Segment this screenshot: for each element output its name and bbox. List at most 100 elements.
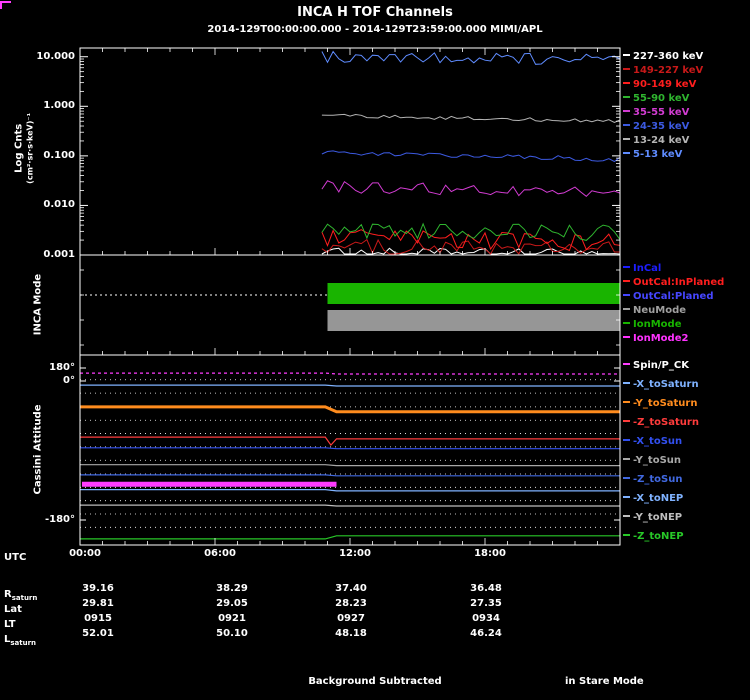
ephemeris-label-subscript: saturn bbox=[10, 639, 37, 647]
ephemeris-row-label: LT bbox=[4, 619, 16, 630]
legend-dash bbox=[623, 280, 630, 282]
x-tick-label: 06:00 bbox=[204, 548, 236, 559]
x-tick-label: 12:00 bbox=[339, 548, 371, 559]
attitude-panel-border bbox=[79, 354, 621, 546]
ephemeris-value: 28.23 bbox=[335, 598, 367, 609]
legend-dash bbox=[623, 322, 630, 324]
flux-y-tick-label: 10.000 bbox=[36, 50, 75, 62]
flux-series-24-35-kev bbox=[321, 150, 621, 163]
legend-dash bbox=[623, 152, 630, 154]
legend-item-x-tonep: -X_toNEP bbox=[623, 493, 683, 504]
attitude-series-z-tosaturn bbox=[80, 436, 620, 447]
flux-series-5-13-kev bbox=[321, 50, 621, 65]
legend-dash bbox=[623, 308, 630, 310]
attitude-y-tick-label: 0° bbox=[63, 375, 75, 386]
mode-bar-neumode bbox=[327, 310, 620, 331]
attitude-series-x-tosaturn bbox=[80, 384, 620, 387]
utc-axis-label: UTC bbox=[4, 552, 27, 563]
attitude-series-y-tosun bbox=[80, 464, 620, 467]
legend-label: -Y_toSun bbox=[633, 455, 682, 466]
legend-item-outcal-inplaned: OutCal:InPlaned bbox=[623, 277, 724, 288]
legend-item-5-13-kev: 5-13 keV bbox=[623, 149, 682, 160]
legend-item-149-227-kev: 149-227 keV bbox=[623, 65, 703, 76]
legend-label: -X_toNEP bbox=[633, 493, 684, 504]
legend-dash bbox=[623, 294, 630, 296]
legend-item-y-tosun: -Y_toSun bbox=[623, 455, 681, 466]
x-tick-label: 18:00 bbox=[474, 548, 506, 559]
legend-item-227-360-kev: 227-360 keV bbox=[623, 51, 703, 62]
flux-y-tick-label: 0.100 bbox=[43, 149, 75, 161]
ephemeris-value: 0927 bbox=[337, 613, 365, 624]
legend-item-z-tonep: -Z_toNEP bbox=[623, 531, 684, 542]
flux-y-tick-label: 0.001 bbox=[43, 249, 75, 260]
ephemeris-value: 36.48 bbox=[470, 583, 502, 594]
legend-item-neumode: NeuMode bbox=[623, 305, 686, 316]
flux-y-tick-label: 1.000 bbox=[43, 100, 75, 112]
legend-dash bbox=[623, 110, 630, 112]
legend-item-incal: InCal bbox=[623, 263, 661, 274]
legend-item-y-tonep: -Y_toNEP bbox=[623, 512, 682, 523]
ephemeris-value: 27.35 bbox=[470, 598, 502, 609]
flux-panel-border bbox=[79, 47, 621, 256]
legend-label: NeuMode bbox=[633, 305, 687, 316]
legend-item-x-tosaturn: -X_toSaturn bbox=[623, 379, 699, 390]
legend-dash bbox=[623, 138, 630, 140]
legend-label: OutCal:InPlaned bbox=[633, 277, 725, 288]
legend-label: -Z_toSaturn bbox=[633, 417, 699, 428]
legend-dash bbox=[623, 124, 630, 126]
ephemeris-row-label: Lsaturn bbox=[4, 634, 36, 647]
legend-item-24-35-kev: 24-35 keV bbox=[623, 121, 689, 132]
screenshot-root: { "title": "INCA H TOF Channels", "subti… bbox=[0, 0, 750, 700]
subtitle: 2014-129T00:00:00.000 - 2014-129T23:59:0… bbox=[207, 24, 543, 35]
ephemeris-value: 0921 bbox=[218, 613, 246, 624]
legend-dash bbox=[623, 496, 630, 498]
legend-item-spin-p-ck: Spin/P_CK bbox=[623, 360, 689, 371]
legend-label: 13-24 keV bbox=[633, 135, 690, 146]
legend-label: -Z_toNEP bbox=[633, 531, 684, 542]
mode-y-axis-label: INCA Mode bbox=[32, 273, 44, 336]
attitude-series-z-tosun bbox=[80, 474, 620, 477]
plot-svg bbox=[0, 1, 621, 546]
ephemeris-value: 0915 bbox=[84, 613, 112, 624]
legend-dash bbox=[623, 382, 630, 384]
ephemeris-value: 29.81 bbox=[82, 598, 114, 609]
legend-item-ionmode2: IonMode2 bbox=[623, 333, 688, 344]
legend-item-x-tosun: -X_toSun bbox=[623, 436, 682, 447]
legend-label: 55-90 keV bbox=[633, 93, 690, 104]
ephemeris-value: 46.24 bbox=[470, 628, 502, 639]
ephemeris-label-subscript: saturn bbox=[11, 594, 38, 602]
attitude-series-spin-p-ck bbox=[80, 372, 620, 375]
legend-label: -Z_toSun bbox=[633, 474, 683, 485]
ephemeris-value: 50.10 bbox=[216, 628, 248, 639]
ephemeris-label-text: LT bbox=[4, 619, 16, 630]
legend-label: 90-149 keV bbox=[633, 79, 697, 90]
legend-label: IonMode bbox=[633, 319, 682, 330]
legend-label: 227-360 keV bbox=[633, 51, 704, 62]
legend-item-ionmode: IonMode bbox=[623, 319, 681, 330]
legend-item-35-55-kev: 35-55 keV bbox=[623, 107, 689, 118]
legend-label: InCal bbox=[633, 263, 662, 274]
attitude-series-x-tosun bbox=[80, 447, 620, 450]
legend-item-z-tosaturn: -Z_toSaturn bbox=[623, 417, 699, 428]
legend-dash bbox=[623, 68, 630, 70]
footer-stare-mode: in Stare Mode bbox=[565, 676, 644, 687]
ephemeris-value: 0934 bbox=[472, 613, 500, 624]
legend-label: -Y_toNEP bbox=[633, 512, 683, 523]
legend-dash bbox=[623, 439, 630, 441]
legend-dash bbox=[623, 515, 630, 517]
attitude-y-tick-label: 180° bbox=[49, 362, 75, 373]
attitude-y-tick-label: -180° bbox=[44, 514, 75, 525]
ephemeris-value: 48.18 bbox=[335, 628, 367, 639]
ephemeris-label-text: R bbox=[4, 589, 12, 600]
legend-label: OutCal:Planed bbox=[633, 291, 714, 302]
legend-item-90-149-kev: 90-149 keV bbox=[623, 79, 696, 90]
flux-series-35-55-kev bbox=[321, 180, 621, 197]
legend-label: IonMode2 bbox=[633, 333, 689, 344]
legend-dash bbox=[623, 363, 630, 365]
legend-dash bbox=[623, 420, 630, 422]
legend-dash bbox=[623, 82, 630, 84]
attitude-series-x-tonep bbox=[80, 489, 620, 492]
attitude-y-axis-label: Cassini Attitude bbox=[32, 404, 44, 495]
ephemeris-value: 39.16 bbox=[82, 583, 114, 594]
legend-item-z-tosun: -Z_toSun bbox=[623, 474, 683, 485]
